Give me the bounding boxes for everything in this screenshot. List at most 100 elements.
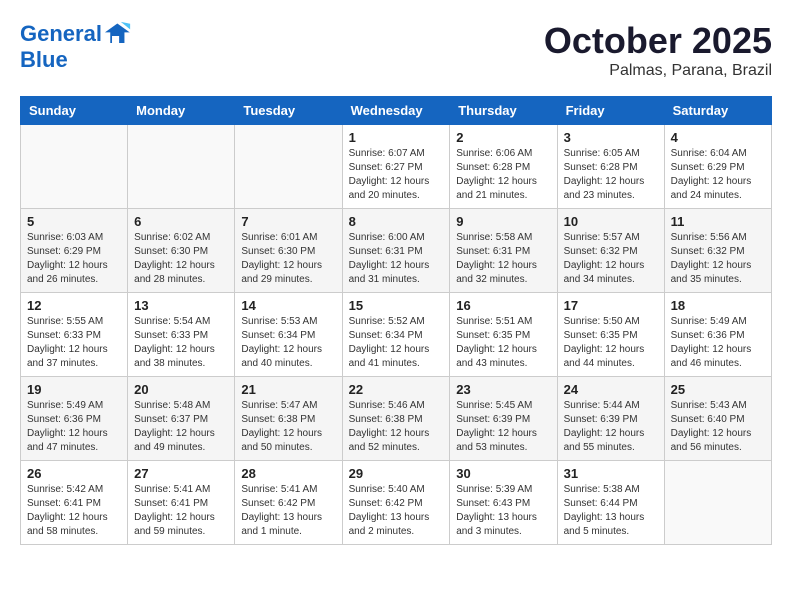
day-number: 15 bbox=[349, 298, 444, 313]
day-number: 26 bbox=[27, 466, 121, 481]
calendar-week-row: 1 Sunrise: 6:07 AM Sunset: 6:27 PM Daylig… bbox=[21, 125, 772, 209]
calendar-cell: 13Sunrise: 5:54 AM Sunset: 6:33 PM Dayli… bbox=[128, 293, 235, 377]
calendar-cell: 27 Sunrise: 5:41 AM Sunset: 6:41 PM Dayli… bbox=[128, 461, 235, 545]
month-title: October 2025 bbox=[544, 20, 772, 62]
day-info: Sunrise: 5:42 AM Sunset: 6:41 PM Dayligh… bbox=[27, 483, 121, 539]
calendar-cell: 10 Sunrise: 5:57 AM Sunset: 6:32 PM Dayli… bbox=[557, 209, 664, 293]
day-number: 10 bbox=[564, 214, 658, 229]
day-number: 24 bbox=[564, 382, 658, 397]
day-number: 14 bbox=[241, 298, 335, 313]
day-number: 31 bbox=[564, 466, 658, 481]
calendar-cell: 18 Sunrise: 5:49 AM Sunset: 6:36 PM Dayli… bbox=[664, 293, 771, 377]
calendar-cell: 5 Sunrise: 6:03 AM Sunset: 6:29 PM Daylig… bbox=[21, 209, 128, 293]
calendar-header-row: SundayMondayTuesdayWednesdayThursdayFrid… bbox=[21, 97, 772, 125]
day-info: Sunrise: 5:41 AM Sunset: 6:42 PM Dayligh… bbox=[241, 483, 335, 539]
day-info: Sunrise: 5:38 AM Sunset: 6:44 PM Dayligh… bbox=[564, 483, 658, 539]
calendar-cell: 15 Sunrise: 5:52 AM Sunset: 6:34 PM Dayli… bbox=[342, 293, 450, 377]
calendar-cell: 29Sunrise: 5:40 AM Sunset: 6:42 PM Dayli… bbox=[342, 461, 450, 545]
day-info: Sunrise: 5:48 AM Sunset: 6:37 PM Dayligh… bbox=[134, 399, 228, 455]
calendar-cell bbox=[235, 125, 342, 209]
day-info: Sunrise: 5:56 AM Sunset: 6:32 PM Dayligh… bbox=[671, 231, 765, 287]
day-number: 5 bbox=[27, 214, 121, 229]
day-info: Sunrise: 5:49 AM Sunset: 6:36 PM Dayligh… bbox=[27, 399, 121, 455]
calendar-cell: 4Sunrise: 6:04 AM Sunset: 6:29 PM Daylig… bbox=[664, 125, 771, 209]
day-info: Sunrise: 5:46 AM Sunset: 6:38 PM Dayligh… bbox=[349, 399, 444, 455]
day-info: Sunrise: 5:52 AM Sunset: 6:34 PM Dayligh… bbox=[349, 315, 444, 371]
day-info: Sunrise: 5:47 AM Sunset: 6:38 PM Dayligh… bbox=[241, 399, 335, 455]
day-info: Sunrise: 6:04 AM Sunset: 6:29 PM Dayligh… bbox=[671, 147, 765, 203]
day-number: 9 bbox=[456, 214, 550, 229]
calendar-week-row: 26 Sunrise: 5:42 AM Sunset: 6:41 PM Dayli… bbox=[21, 461, 772, 545]
day-info: Sunrise: 5:50 AM Sunset: 6:35 PM Dayligh… bbox=[564, 315, 658, 371]
calendar-cell: 16Sunrise: 5:51 AM Sunset: 6:35 PM Dayli… bbox=[450, 293, 557, 377]
day-info: Sunrise: 6:00 AM Sunset: 6:31 PM Dayligh… bbox=[349, 231, 444, 287]
calendar-cell: 17 Sunrise: 5:50 AM Sunset: 6:35 PM Dayli… bbox=[557, 293, 664, 377]
day-number: 6 bbox=[134, 214, 228, 229]
header-wednesday: Wednesday bbox=[342, 97, 450, 125]
logo-text: General bbox=[20, 22, 102, 46]
day-number: 18 bbox=[671, 298, 765, 313]
calendar-cell bbox=[664, 461, 771, 545]
day-number: 7 bbox=[241, 214, 335, 229]
day-info: Sunrise: 6:05 AM Sunset: 6:28 PM Dayligh… bbox=[564, 147, 658, 203]
calendar-cell: 2Sunrise: 6:06 AM Sunset: 6:28 PM Daylig… bbox=[450, 125, 557, 209]
calendar-cell: 3 Sunrise: 6:05 AM Sunset: 6:28 PM Daylig… bbox=[557, 125, 664, 209]
calendar-cell: 22 Sunrise: 5:46 AM Sunset: 6:38 PM Dayli… bbox=[342, 377, 450, 461]
calendar-cell: 9 Sunrise: 5:58 AM Sunset: 6:31 PM Daylig… bbox=[450, 209, 557, 293]
day-info: Sunrise: 5:39 AM Sunset: 6:43 PM Dayligh… bbox=[456, 483, 550, 539]
calendar-cell: 24 Sunrise: 5:44 AM Sunset: 6:39 PM Dayli… bbox=[557, 377, 664, 461]
day-info: Sunrise: 5:55 AM Sunset: 6:33 PM Dayligh… bbox=[27, 315, 121, 371]
day-number: 19 bbox=[27, 382, 121, 397]
calendar-week-row: 12 Sunrise: 5:55 AM Sunset: 6:33 PM Dayli… bbox=[21, 293, 772, 377]
day-number: 29 bbox=[349, 466, 444, 481]
day-info: Sunrise: 5:58 AM Sunset: 6:31 PM Dayligh… bbox=[456, 231, 550, 287]
calendar-week-row: 19 Sunrise: 5:49 AM Sunset: 6:36 PM Dayli… bbox=[21, 377, 772, 461]
day-number: 12 bbox=[27, 298, 121, 313]
calendar-cell: 7 Sunrise: 6:01 AM Sunset: 6:30 PM Daylig… bbox=[235, 209, 342, 293]
calendar-cell: 20 Sunrise: 5:48 AM Sunset: 6:37 PM Dayli… bbox=[128, 377, 235, 461]
day-info: Sunrise: 5:53 AM Sunset: 6:34 PM Dayligh… bbox=[241, 315, 335, 371]
day-info: Sunrise: 5:41 AM Sunset: 6:41 PM Dayligh… bbox=[134, 483, 228, 539]
day-number: 2 bbox=[456, 130, 550, 145]
logo: General Blue bbox=[20, 20, 132, 72]
calendar-cell: 1 Sunrise: 6:07 AM Sunset: 6:27 PM Daylig… bbox=[342, 125, 450, 209]
day-number: 23 bbox=[456, 382, 550, 397]
calendar-cell bbox=[128, 125, 235, 209]
day-number: 20 bbox=[134, 382, 228, 397]
calendar-cell: 31 Sunrise: 5:38 AM Sunset: 6:44 PM Dayli… bbox=[557, 461, 664, 545]
day-info: Sunrise: 6:07 AM Sunset: 6:27 PM Dayligh… bbox=[349, 147, 444, 203]
logo-icon bbox=[104, 20, 132, 48]
day-number: 1 bbox=[349, 130, 444, 145]
page-header: General Blue October 2025 Palmas, Parana… bbox=[20, 20, 772, 80]
header-tuesday: Tuesday bbox=[235, 97, 342, 125]
logo-text2: Blue bbox=[20, 48, 132, 72]
day-number: 25 bbox=[671, 382, 765, 397]
header-friday: Friday bbox=[557, 97, 664, 125]
day-info: Sunrise: 6:02 AM Sunset: 6:30 PM Dayligh… bbox=[134, 231, 228, 287]
day-info: Sunrise: 5:57 AM Sunset: 6:32 PM Dayligh… bbox=[564, 231, 658, 287]
day-info: Sunrise: 6:01 AM Sunset: 6:30 PM Dayligh… bbox=[241, 231, 335, 287]
calendar-week-row: 5 Sunrise: 6:03 AM Sunset: 6:29 PM Daylig… bbox=[21, 209, 772, 293]
calendar-cell: 21Sunrise: 5:47 AM Sunset: 6:38 PM Dayli… bbox=[235, 377, 342, 461]
calendar-cell: 28 Sunrise: 5:41 AM Sunset: 6:42 PM Dayli… bbox=[235, 461, 342, 545]
day-number: 22 bbox=[349, 382, 444, 397]
day-number: 13 bbox=[134, 298, 228, 313]
day-number: 3 bbox=[564, 130, 658, 145]
calendar-cell bbox=[21, 125, 128, 209]
calendar-cell: 12 Sunrise: 5:55 AM Sunset: 6:33 PM Dayli… bbox=[21, 293, 128, 377]
day-number: 30 bbox=[456, 466, 550, 481]
day-info: Sunrise: 6:03 AM Sunset: 6:29 PM Dayligh… bbox=[27, 231, 121, 287]
day-number: 27 bbox=[134, 466, 228, 481]
day-number: 11 bbox=[671, 214, 765, 229]
day-number: 16 bbox=[456, 298, 550, 313]
day-number: 17 bbox=[564, 298, 658, 313]
title-section: October 2025 Palmas, Parana, Brazil bbox=[544, 20, 772, 80]
header-sunday: Sunday bbox=[21, 97, 128, 125]
day-info: Sunrise: 5:43 AM Sunset: 6:40 PM Dayligh… bbox=[671, 399, 765, 455]
day-info: Sunrise: 5:44 AM Sunset: 6:39 PM Dayligh… bbox=[564, 399, 658, 455]
calendar-cell: 6 Sunrise: 6:02 AM Sunset: 6:30 PM Daylig… bbox=[128, 209, 235, 293]
day-info: Sunrise: 5:49 AM Sunset: 6:36 PM Dayligh… bbox=[671, 315, 765, 371]
calendar-cell: 19 Sunrise: 5:49 AM Sunset: 6:36 PM Dayli… bbox=[21, 377, 128, 461]
day-number: 28 bbox=[241, 466, 335, 481]
calendar-cell: 8Sunrise: 6:00 AM Sunset: 6:31 PM Daylig… bbox=[342, 209, 450, 293]
